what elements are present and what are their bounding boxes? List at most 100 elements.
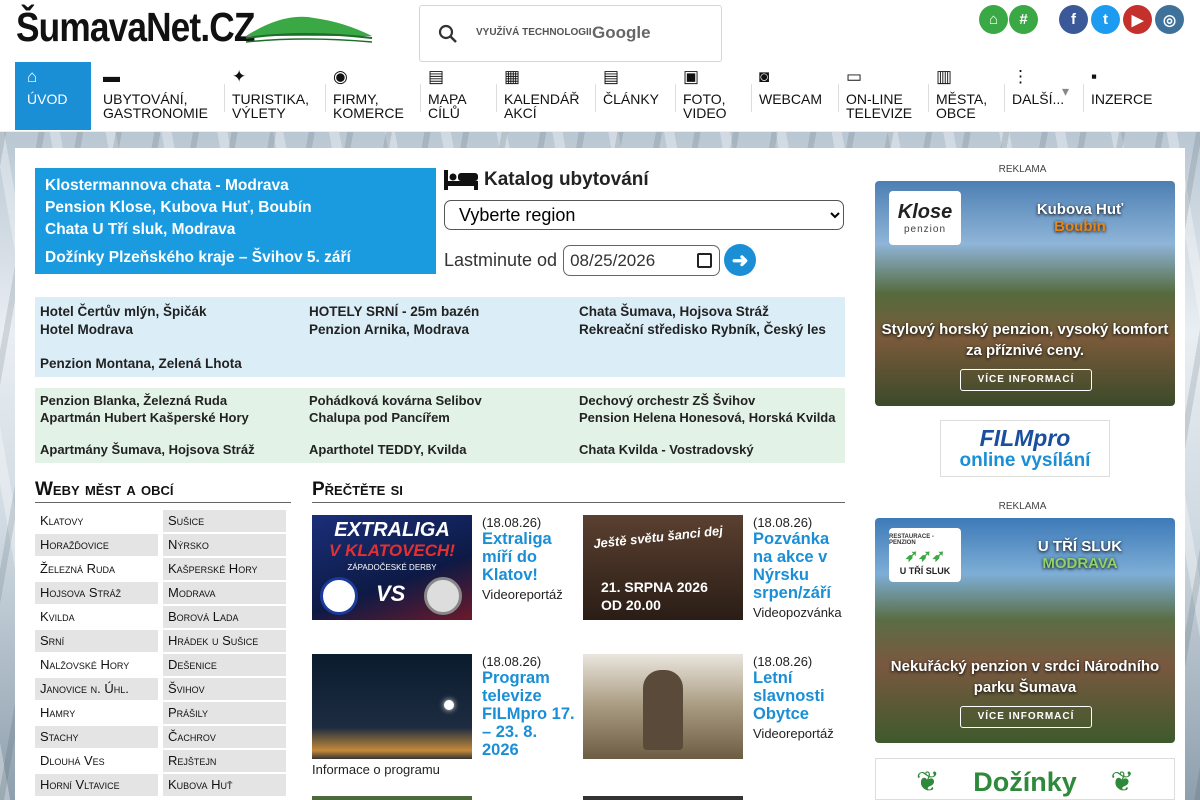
article-thumbnail[interactable] (312, 654, 472, 759)
article-card[interactable]: (18.08.26) Program televize FILMpro 17. … (312, 654, 578, 789)
hotel-link[interactable]: Hotel Čertův mlýn, Špičák (40, 303, 207, 320)
hash-icon[interactable]: # (1009, 5, 1038, 34)
article-thumbnail[interactable]: EXTRALIGA V KLATOVECH! ZÁPADOČESKÉ DERBY… (312, 515, 472, 620)
hotel-link[interactable]: Chalupa pod Pancířem (309, 410, 450, 425)
search-box[interactable]: VYUŽÍVÁ TECHNOLOGII Google (419, 5, 722, 62)
article-card[interactable]: Ještě světu šanci dej 21. SRPNA 2026 OD … (583, 515, 849, 650)
bed-icon: ▬ (103, 67, 120, 86)
region-select[interactable]: Vyberte region (444, 200, 844, 230)
article-date: (18.08.26) (482, 654, 542, 669)
nav-item-camera[interactable]: ◙ Webcam (759, 62, 822, 130)
article-thumbnail[interactable] (583, 796, 743, 800)
city-link[interactable]: Rejštejn (163, 750, 286, 772)
article-thumbnail[interactable] (583, 654, 743, 759)
klose-logo[interactable]: Klose penzion (889, 191, 961, 245)
city-link[interactable]: Janovice n. Úhl. (35, 678, 158, 700)
more-info-button[interactable]: VÍCE INFORMACÍ (960, 706, 1092, 728)
article-thumbnail[interactable] (312, 796, 472, 800)
featured-link[interactable]: Dožínky Plzeňského kraje – Švihov 5. zář… (45, 247, 426, 269)
city-link[interactable]: Nýrsko (163, 534, 286, 556)
nav-label: televize (846, 105, 913, 121)
search-input[interactable] (476, 16, 706, 52)
city-link[interactable]: Hrádek u Sušice (163, 630, 286, 652)
twitter-icon[interactable]: t (1091, 5, 1120, 34)
city-link[interactable]: Železná Ruda (35, 558, 158, 580)
nav-item-ad[interactable]: ▪ Inzerce (1091, 62, 1152, 130)
hotel-link[interactable]: Aparthotel TEDDY, Kvilda (309, 442, 466, 457)
city-link[interactable]: Dlouhá Ves (35, 750, 158, 772)
nav-item-building[interactable]: ▥ Města, obce (936, 62, 987, 130)
home-icon: ⌂ (27, 67, 38, 86)
hotel-link[interactable]: Apartmány Šumava, Hojsova Stráž (40, 442, 255, 457)
article-type: Videoreportáž (482, 587, 563, 602)
nav-item-newspaper[interactable]: ▤ Články (603, 62, 659, 130)
city-link[interactable]: Borová Lada (163, 606, 286, 628)
calendar-icon[interactable] (697, 252, 713, 268)
article-title[interactable]: Pozvánka na akce v Nýrsku srpen/září (753, 530, 849, 602)
hotel-link[interactable]: Apartmán Hubert Kašperské Hory (40, 410, 249, 425)
article-title[interactable]: Letní slavnosti Obytce (753, 669, 849, 723)
city-link[interactable]: Kubova Huť (163, 774, 286, 796)
nav-label: Kalendář (504, 91, 580, 107)
city-link[interactable]: Hamry (35, 702, 158, 724)
youtube-icon[interactable]: ▶ (1123, 5, 1152, 34)
hotel-link[interactable]: Hotel Modrava (40, 321, 133, 338)
city-link[interactable]: Kvilda (35, 606, 158, 628)
hotel-link[interactable]: Penzion Blanka, Železná Ruda (40, 393, 227, 408)
more-info-button[interactable]: VÍCE INFORMACÍ (960, 369, 1092, 391)
nav-item-tv[interactable]: ▭ On-line televize (846, 62, 912, 130)
home-icon[interactable]: ⌂ (979, 5, 1008, 34)
city-link[interactable]: Stachy (35, 726, 158, 748)
hotel-link[interactable]: Pension Helena Honesová, Horská Kvilda (579, 410, 839, 425)
city-link[interactable]: Nalžovské Hory (35, 654, 158, 676)
nav-item-map[interactable]: ▤ Mapa cílů (428, 62, 467, 130)
article-card[interactable]: EXTRALIGA V KLATOVECH! ZÁPADOČESKÉ DERBY… (312, 515, 578, 650)
u-tri-sluk-logo[interactable]: RESTAURACE - PENZION ➶➶➶ U TŘÍ SLUK (889, 528, 961, 582)
instagram-icon[interactable]: ◎ (1155, 5, 1184, 34)
city-link[interactable]: Prášily (163, 702, 286, 724)
nav-item-dots[interactable]: ⋮ Další... ▾ (1012, 62, 1069, 130)
dozinky-banner[interactable]: ❦ Dožínky ❦ (875, 758, 1175, 800)
article-card[interactable]: (18.08.26) Letní slavnosti Obytce Videor… (583, 654, 849, 789)
featured-link[interactable]: Klostermannova chata - Modrava (45, 175, 426, 197)
hotel-link[interactable]: Rekreační středisko Rybník, Český les (579, 321, 839, 338)
nav-item-hiker[interactable]: ✦ Turistika, výlety (232, 62, 309, 130)
hotel-link[interactable]: Chata Kvilda - Vostradovský (579, 442, 754, 457)
city-link[interactable]: Klatovy (35, 510, 158, 532)
nav-item-home[interactable]: ⌂ Úvod (15, 62, 91, 130)
hotel-link[interactable]: Dechový orchestr ZŠ Švihov (579, 393, 755, 408)
featured-link[interactable]: Chata U Tří sluk, Modrava (45, 219, 426, 241)
article-title[interactable]: Program televize FILMpro 17. – 23. 8. 20… (482, 669, 578, 759)
city-link[interactable]: Horní Vltavice (35, 774, 158, 796)
ad-banner-u-tri-sluk[interactable]: RESTAURACE - PENZION ➶➶➶ U TŘÍ SLUK U TŘ… (875, 518, 1175, 743)
city-link[interactable]: Kašperské Hory (163, 558, 286, 580)
nav-item-calendar[interactable]: ▦ Kalendář akcí (504, 62, 579, 130)
lastminute-date-input[interactable]: 08/25/2026 (563, 244, 721, 276)
search-icon[interactable] (438, 24, 458, 44)
hotel-link[interactable]: Pohádková kovárna Selibov (309, 393, 482, 408)
featured-link[interactable]: Pension Klose, Kubova Huť, Boubín (45, 197, 426, 219)
city-link[interactable]: Modrava (163, 582, 286, 604)
nav-item-coins[interactable]: ◉ Firmy, komerce (333, 62, 404, 130)
filmpro-banner[interactable]: FILMpro online vysílání (940, 420, 1110, 477)
facebook-icon[interactable]: f (1059, 5, 1088, 34)
city-link[interactable]: Hojsova Stráž (35, 582, 158, 604)
article-title[interactable]: Extraliga míří do Klatov! (482, 530, 578, 584)
ad-banner-klose[interactable]: Klose penzion Kubova Huť Boubín Stylový … (875, 181, 1175, 406)
lastminute-label: Lastminute od (444, 249, 558, 270)
city-link[interactable]: Švihov (163, 678, 286, 700)
nav-item-bed[interactable]: ▬ Ubytování, gastronomie (103, 62, 208, 130)
hotel-link[interactable]: Chata Šumava, Hojsova Stráž (579, 303, 769, 320)
city-link[interactable]: Horažďovice (35, 534, 158, 556)
hotel-link[interactable]: Penzion Arnika, Modrava (309, 321, 469, 338)
hotel-link[interactable]: HOTELY SRNÍ - 25m bazén (309, 303, 479, 320)
nav-item-images[interactable]: ▣ Foto, video (683, 62, 727, 130)
city-link[interactable]: Čachrov (163, 726, 286, 748)
city-link[interactable]: Sušice (163, 510, 286, 532)
city-link[interactable]: Srní (35, 630, 158, 652)
search-submit-button[interactable]: ➜ (724, 244, 757, 276)
article-thumbnail[interactable]: Ještě světu šanci dej 21. SRPNA 2026 OD … (583, 515, 743, 620)
city-link[interactable]: Dešenice (163, 654, 286, 676)
hotel-link[interactable]: Penzion Montana, Zelená Lhota (40, 355, 242, 372)
site-logo[interactable]: ŠumavaNet.CZ (16, 4, 255, 51)
